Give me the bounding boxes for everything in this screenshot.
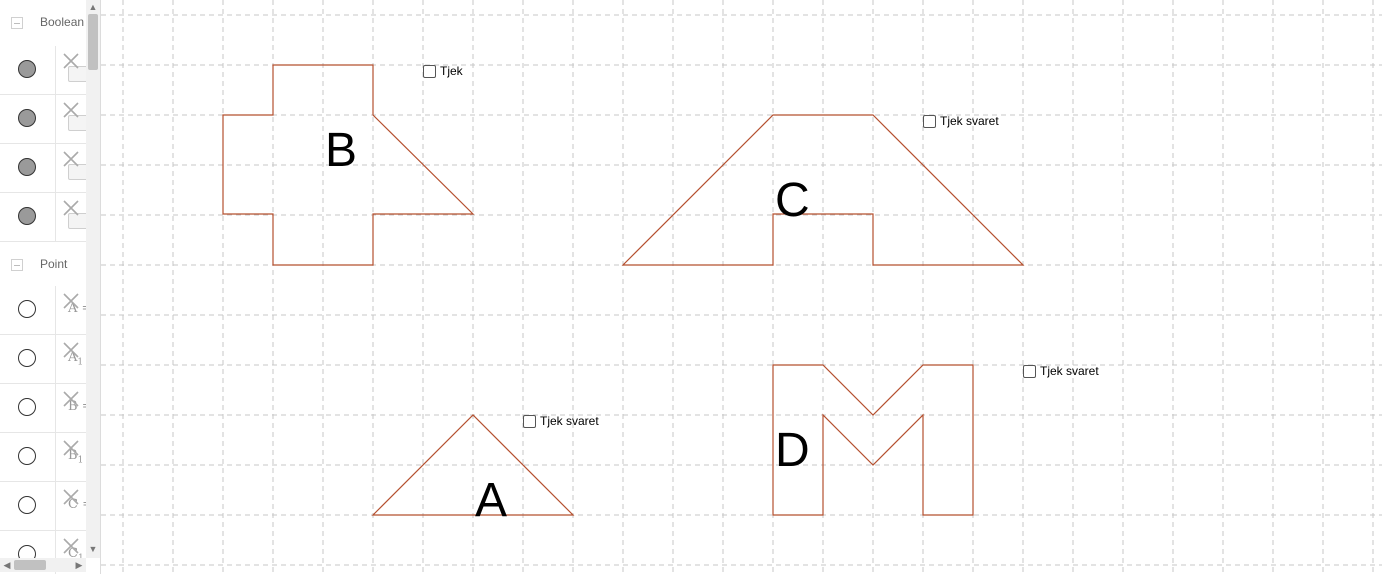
category-label: Boolean [40,15,85,29]
category-point[interactable]: Point [0,242,86,288]
check-label: Tjek svaret [540,414,599,428]
visibility-marble-icon[interactable] [18,349,36,367]
check-label: Tjek [440,64,463,78]
shape-letter-b: B [325,124,357,177]
drawing-canvas[interactable]: B C A D [101,0,1382,574]
scroll-left-icon[interactable]: ◀ [0,558,14,572]
horizontal-scrollbar[interactable]: ◀ ▶ [0,558,86,572]
check-label: Tjek svaret [1040,364,1099,378]
algebra-row[interactable]: B1 [0,433,86,482]
scroll-right-icon[interactable]: ▶ [72,558,86,572]
vertical-scrollbar[interactable]: ▲ ▼ [86,0,100,558]
visibility-marble-icon[interactable] [18,207,36,225]
algebra-row[interactable]: C = [0,482,93,531]
scrollbar-thumb[interactable] [14,560,46,570]
delete-icon[interactable] [62,439,80,457]
delete-icon[interactable] [62,390,80,408]
shape-letter-a: A [475,474,507,527]
scroll-up-icon[interactable]: ▲ [86,0,100,14]
algebra-row[interactable]: A = [0,286,92,335]
delete-icon[interactable] [62,150,80,168]
scroll-down-icon[interactable]: ▼ [86,542,100,556]
delete-icon[interactable] [62,341,80,359]
algebra-row[interactable] [0,46,88,95]
visibility-marble-icon[interactable] [18,496,36,514]
algebra-row[interactable]: B = [0,384,93,433]
check-checkbox-a[interactable]: Tjek svaret [523,414,599,428]
delete-icon[interactable] [62,199,80,217]
algebra-row[interactable] [0,95,88,144]
scrollbar-thumb[interactable] [88,14,98,70]
collapse-icon[interactable] [11,17,23,29]
delete-icon[interactable] [62,101,80,119]
checkbox-icon[interactable] [423,64,436,78]
point-subscript: 1 [77,455,84,466]
visibility-marble-icon[interactable] [18,109,36,127]
category-label: Point [40,257,68,271]
point-subscript: 1 [77,357,84,368]
checkbox-icon[interactable] [523,414,536,428]
check-checkbox-c[interactable]: Tjek svaret [923,114,999,128]
visibility-marble-icon[interactable] [18,60,36,78]
algebra-row[interactable] [0,193,88,242]
visibility-marble-icon[interactable] [18,447,36,465]
delete-icon[interactable] [62,292,80,310]
collapse-icon[interactable] [11,259,23,271]
check-checkbox-d[interactable]: Tjek svaret [1023,364,1099,378]
delete-icon[interactable] [62,488,80,506]
checkbox-icon[interactable] [1023,364,1036,378]
check-label: Tjek svaret [940,114,999,128]
algebra-row[interactable]: A1 [0,335,86,384]
shape-letter-d: D [775,424,810,477]
visibility-marble-icon[interactable] [18,158,36,176]
shape-letter-c: C [775,174,810,227]
delete-icon[interactable] [62,52,80,70]
check-checkbox-b[interactable]: Tjek [423,64,463,78]
graphics-view[interactable]: B C A D Tjek Tjek svaret Tjek svaret Tje… [101,0,1382,574]
algebra-panel: Boolean Point A = A1 B = [0,0,101,574]
algebra-row[interactable] [0,144,88,193]
grid [101,0,1382,574]
category-boolean[interactable]: Boolean [0,0,86,46]
delete-icon[interactable] [62,537,80,555]
visibility-marble-icon[interactable] [18,300,36,318]
visibility-marble-icon[interactable] [18,398,36,416]
checkbox-icon[interactable] [923,114,936,128]
